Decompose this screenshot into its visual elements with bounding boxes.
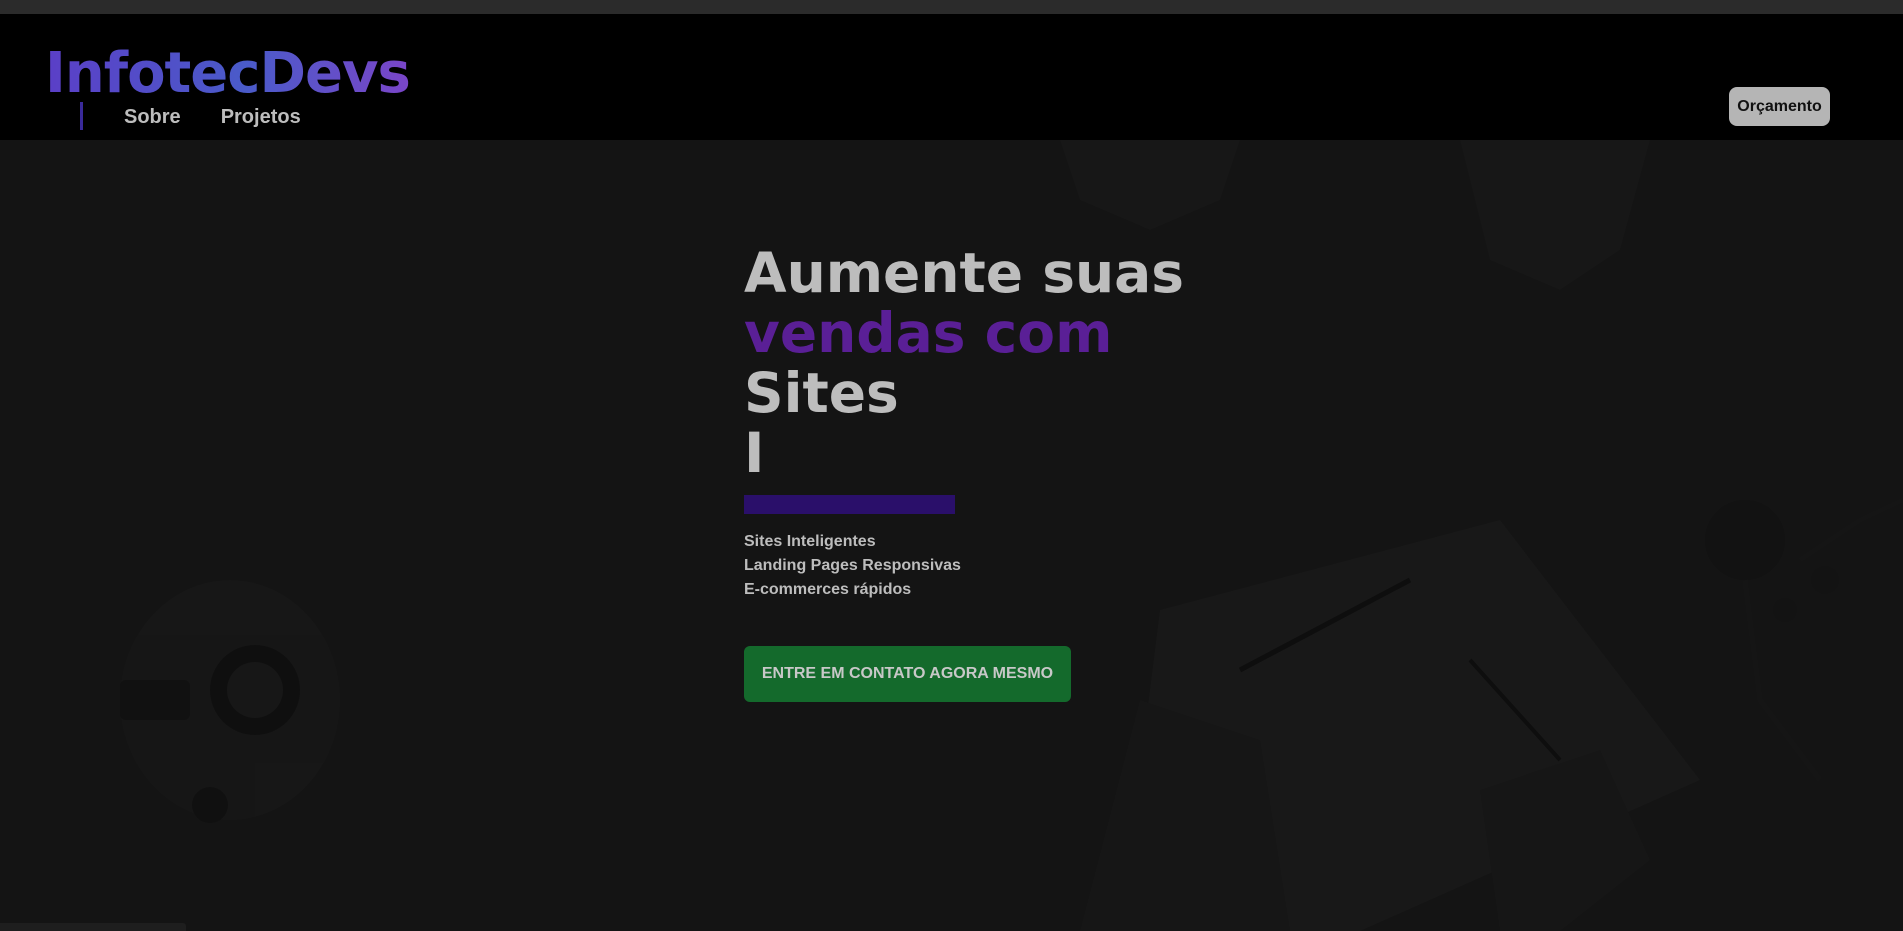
typing-cursor: I bbox=[744, 421, 765, 485]
main-nav: Sobre Projetos bbox=[124, 106, 301, 129]
feature-item-ecommerce: E-commerces rápidos bbox=[744, 581, 912, 598]
browser-status-bar bbox=[0, 923, 186, 931]
hero-section: Aumente suas vendas com Sites I Sites In… bbox=[0, 140, 1903, 931]
nav-active-indicator bbox=[80, 102, 83, 130]
feature-list: Sites Inteligentes Landing Pages Respons… bbox=[744, 530, 1264, 602]
site-logo[interactable]: InfotecDevs bbox=[45, 46, 411, 102]
contact-cta-button[interactable]: ENTRE EM CONTATO AGORA MESMO bbox=[744, 646, 1071, 702]
feature-item-landing-pages: Landing Pages Responsivas bbox=[744, 557, 961, 574]
budget-button[interactable]: Orçamento bbox=[1729, 87, 1830, 126]
headline-line-3: Sites bbox=[744, 361, 899, 425]
headline-line-1: Aumente suas bbox=[744, 241, 1184, 305]
accent-bar bbox=[744, 495, 955, 514]
hero-headline: Aumente suas vendas com Sites bbox=[744, 243, 1264, 423]
navbar: InfotecDevs Sobre Projetos Orçamento bbox=[0, 14, 1903, 140]
feature-item-sites: Sites Inteligentes bbox=[744, 533, 876, 550]
plant-silhouette bbox=[1705, 497, 1903, 782]
hero-content: Aumente suas vendas com Sites I Sites In… bbox=[744, 243, 1264, 702]
nav-link-sobre[interactable]: Sobre bbox=[124, 106, 181, 129]
camera-silhouette bbox=[120, 580, 340, 823]
nav-link-projetos[interactable]: Projetos bbox=[221, 106, 301, 129]
browser-tab-strip bbox=[0, 0, 1903, 15]
headline-line-2-accent: vendas com bbox=[744, 301, 1113, 365]
